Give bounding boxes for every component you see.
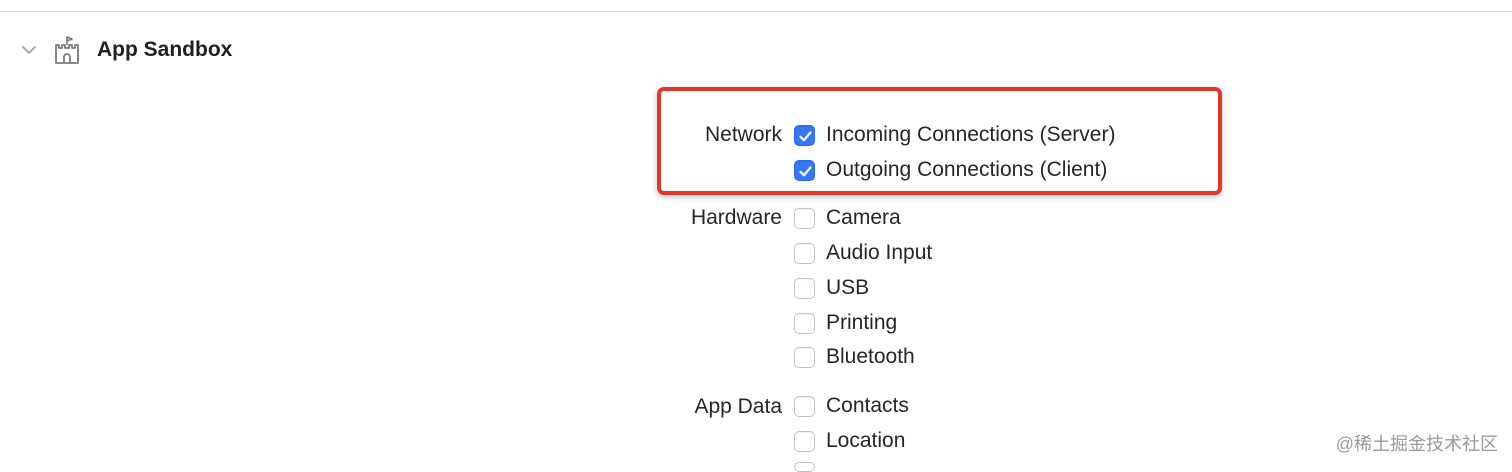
checkbox-unchecked[interactable] <box>794 207 815 229</box>
checkbox-unchecked[interactable] <box>794 312 815 334</box>
checkbox-checked[interactable] <box>794 159 815 181</box>
section-header: App Sandbox <box>0 30 400 70</box>
network-group-label: Network <box>704 123 782 146</box>
option-camera[interactable]: Camera <box>794 205 901 231</box>
option-label: Contacts <box>826 394 909 417</box>
option-contacts[interactable]: Contacts <box>794 393 909 419</box>
option-label: Camera <box>826 206 901 229</box>
checkbox-partially-visible[interactable] <box>794 462 815 472</box>
option-label: Outgoing Connections (Client) <box>826 158 1108 181</box>
option-label: Printing <box>826 311 898 334</box>
castle-icon <box>53 35 81 65</box>
option-incoming-connections[interactable]: Incoming Connections (Server) <box>794 122 1115 148</box>
option-audio-input[interactable]: Audio Input <box>794 240 932 266</box>
checkbox-unchecked[interactable] <box>794 430 815 452</box>
chevron-down-icon[interactable] <box>19 41 39 59</box>
section-title: App Sandbox <box>97 38 233 61</box>
checkbox-checked[interactable] <box>794 124 815 146</box>
watermark: @稀土掘金技术社区 <box>1335 434 1498 454</box>
top-divider <box>0 11 1512 12</box>
checkbox-unchecked[interactable] <box>794 242 815 264</box>
checkbox-unchecked[interactable] <box>794 346 815 368</box>
checkbox-unchecked[interactable] <box>794 395 815 417</box>
hardware-group-label: Hardware <box>690 206 782 229</box>
option-label: Audio Input <box>826 241 933 264</box>
option-label: Incoming Connections (Server) <box>826 123 1116 146</box>
option-location[interactable]: Location <box>794 428 905 454</box>
app-data-group-label: App Data <box>694 395 782 418</box>
option-label: Location <box>826 429 906 452</box>
option-bluetooth[interactable]: Bluetooth <box>794 344 915 370</box>
option-outgoing-connections[interactable]: Outgoing Connections (Client) <box>794 157 1107 183</box>
option-usb[interactable]: USB <box>794 275 869 301</box>
option-printing[interactable]: Printing <box>794 310 897 336</box>
checkbox-unchecked[interactable] <box>794 277 815 299</box>
option-label: Bluetooth <box>826 345 915 368</box>
option-label: USB <box>826 276 870 299</box>
